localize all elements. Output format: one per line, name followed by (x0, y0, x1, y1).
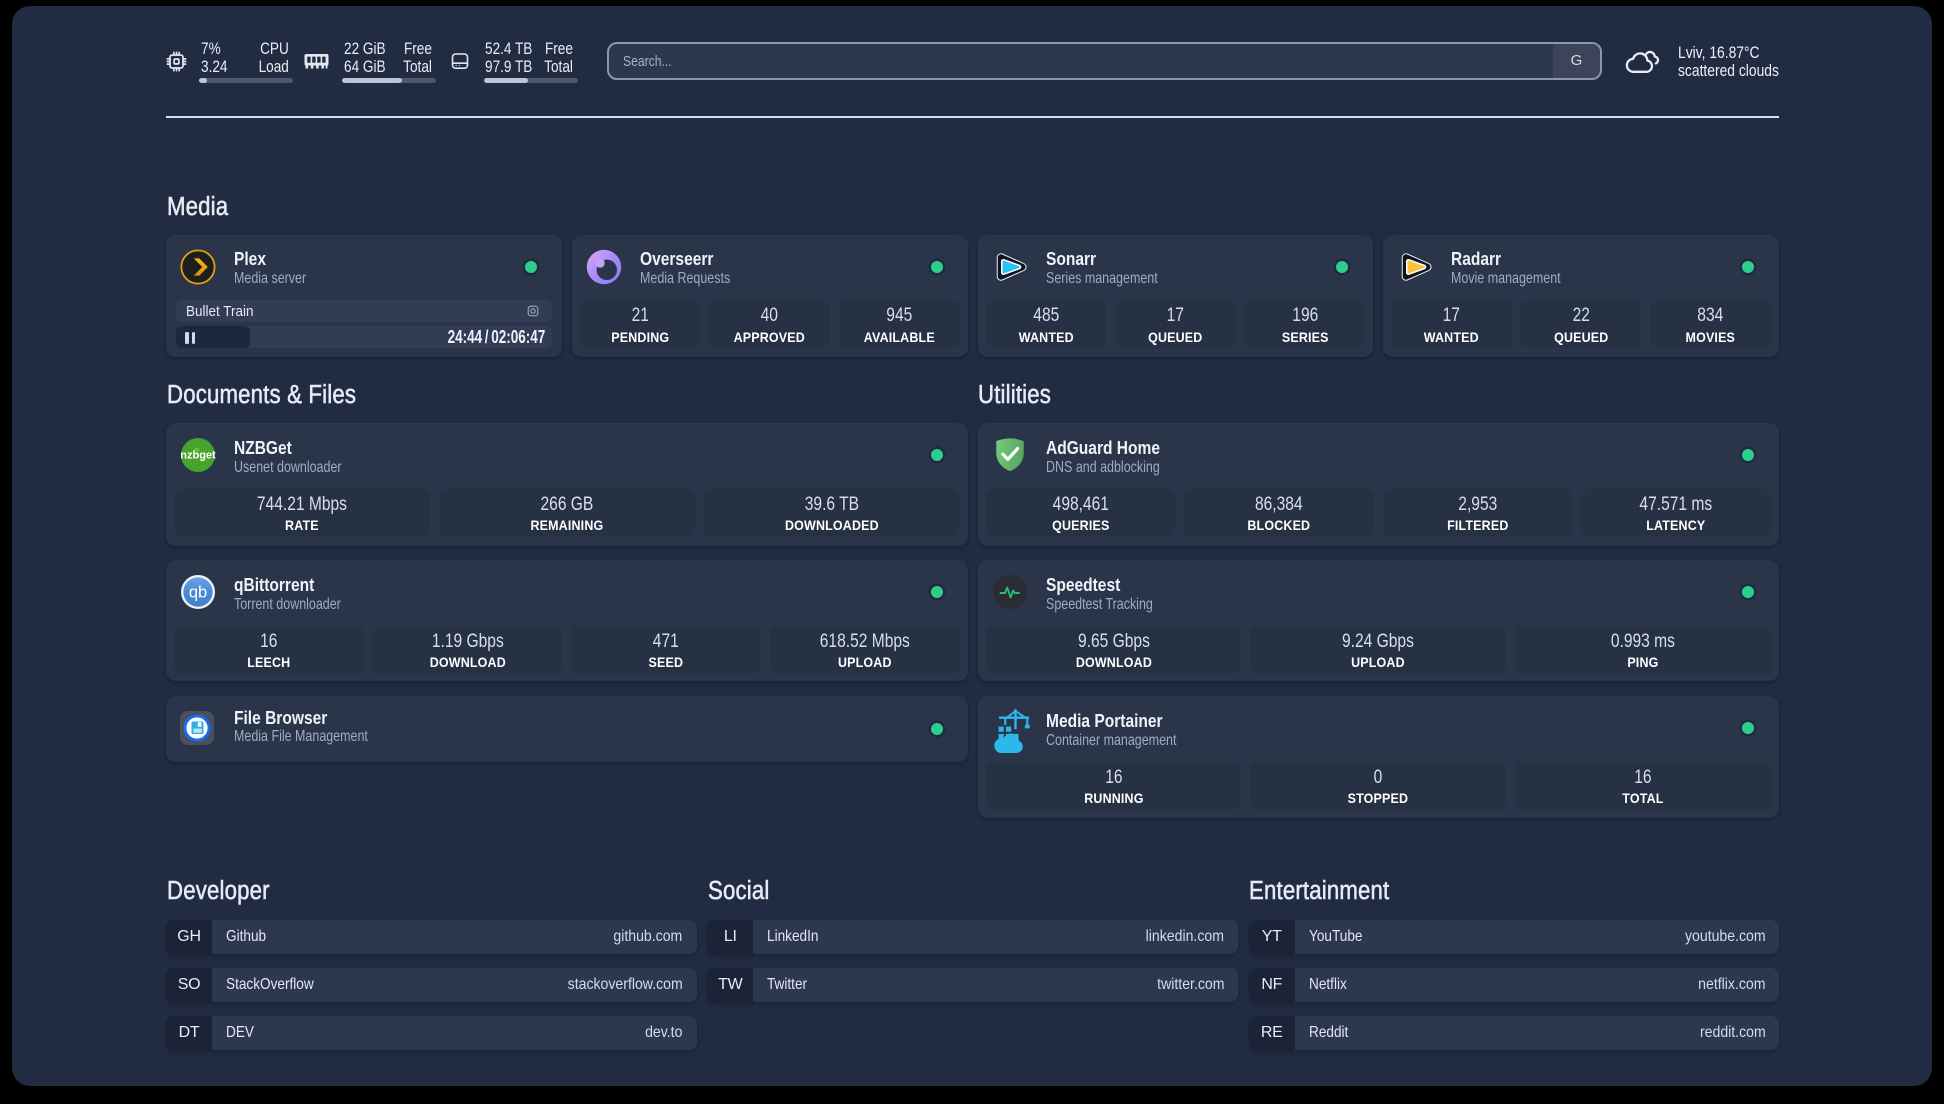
svg-text:nzbget: nzbget (180, 450, 216, 462)
svg-text:qb: qb (189, 584, 207, 602)
